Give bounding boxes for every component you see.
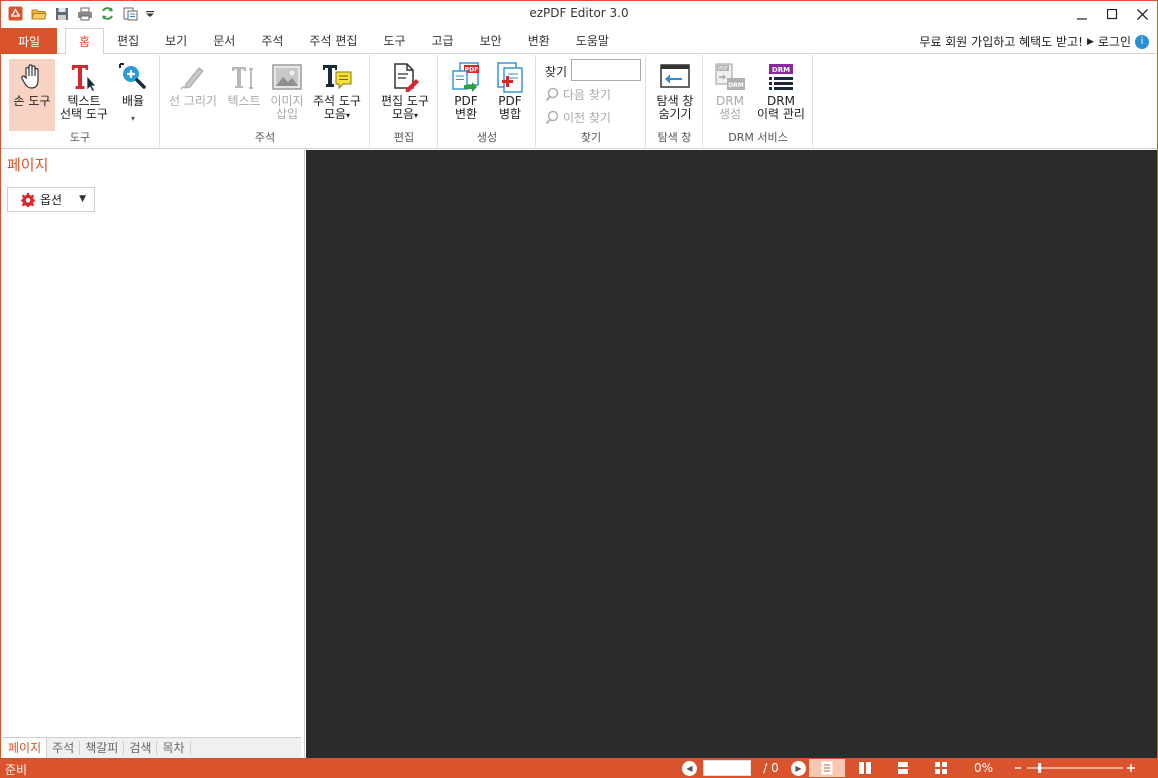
pdf-merge-icon [494,61,526,93]
side-tab-search[interactable]: 검색 [124,741,158,755]
document-view[interactable] [306,150,1157,758]
annotation-note-icon [321,61,353,93]
find-prev-button[interactable]: 이전 찾기 [545,109,611,126]
zoom-slider-thumb[interactable] [1038,763,1042,773]
info-icon[interactable]: i [1135,34,1149,49]
find-label: 찾기 [545,65,568,79]
pdf-convert-button[interactable]: PDF PDF 변환 [445,59,487,121]
window-title: ezPDF Editor 3.0 [529,6,629,20]
zoom-in-plus-icon[interactable] [1127,764,1135,772]
annotation-tools-dropdown-icon: ▾ [346,111,351,120]
drm-create-button[interactable]: PDF DRM DRM 생성 [710,59,750,121]
edit-document-icon [389,61,421,93]
tab-edit[interactable]: 편집 [104,28,152,54]
title-bar: ezPDF Editor 3.0 [1,1,1157,27]
ribbon-group-annotation: 선 그리기 텍스트 이미지 삽입 주석 도구 모음▾ 주석 [161,55,370,147]
ribbon-group-edit: 편집 도구 모음▾ 편집 [371,55,438,147]
side-tab-bookmarks[interactable]: 책갈피 [80,741,125,755]
annotation-tools-button[interactable]: 주석 도구 모음▾ [309,59,365,122]
status-text: 준비 [5,763,28,777]
ribbon-group-find: 찾기 다음 찾기 이전 찾기 찾기 [537,55,646,147]
prev-page-icon[interactable]: ◀ [682,760,697,776]
close-icon[interactable] [1127,1,1157,27]
pdf-merge-button[interactable]: PDF 병합 [489,59,531,121]
drm-history-button[interactable]: DRM DRM 이력 관리 [752,59,810,121]
signup-link[interactable]: 무료 회원 가입하고 혜택도 받고! [919,33,1083,50]
find-input[interactable] [571,59,641,81]
next-page-icon[interactable]: ▶ [791,760,806,776]
svg-text:PDF: PDF [718,66,728,72]
zoom-in-icon [117,61,149,93]
options-button[interactable]: 옵션 ▼ [7,187,95,212]
maximize-icon[interactable] [1097,1,1127,27]
pdf-convert-icon: PDF [450,61,482,93]
ribbon-tabs: 홈 편집 보기 문서 주석 주석 편집 도구 고급 보안 변환 도움말 [65,28,622,55]
ribbon-group-create: PDF PDF 변환 PDF 병합 생성 [439,55,536,147]
image-insert-button[interactable]: 이미지 삽입 [267,59,307,121]
status-bar: 준비 ◀ / 0 ▶ 0% [1,758,1157,778]
zoom-button[interactable]: 배율 ▾ [113,59,153,125]
text-annotation-button[interactable]: 텍스트 [223,59,265,108]
find-next-button[interactable]: 다음 찾기 [545,86,611,103]
page-number-input[interactable] [703,760,751,776]
drm-history-icon: DRM [765,61,797,93]
drm-create-icon: PDF DRM [714,61,746,93]
continuous-view-icon[interactable] [885,759,921,777]
tab-tools[interactable]: 도구 [370,28,418,54]
svg-text:DRM: DRM [728,82,744,89]
login-link[interactable]: 로그인 [1098,33,1131,50]
chevron-down-icon: ▼ [79,194,86,204]
tab-home[interactable]: 홈 [65,28,105,55]
window-controls [1067,1,1157,27]
page-total: / 0 [763,761,779,775]
page-navigation: ◀ / 0 ▶ [682,760,806,776]
side-tab-pages[interactable]: 페이지 [3,737,48,759]
gear-icon [21,192,35,207]
hand-tool-button[interactable]: 손 도구 [9,59,55,131]
text-cursor-icon [68,61,100,93]
pen-icon [177,61,209,93]
zoom-percent: 0% [974,761,994,775]
two-page-view-icon[interactable] [847,759,883,777]
tab-advanced[interactable]: 고급 [419,28,467,54]
side-tab-toc[interactable]: 목차 [157,741,191,755]
side-tab-annotations[interactable]: 주석 [47,741,81,755]
find-prev-icon [545,110,559,125]
ribbon-group-tools: 손 도구 텍스트 선택 도구 배율 ▾ 도구 [1,55,160,147]
tab-view[interactable]: 보기 [152,28,200,54]
svg-text:DRM: DRM [772,66,790,74]
zoom-slider[interactable] [1013,761,1138,775]
tab-convert[interactable]: 변환 [515,28,563,54]
file-tab[interactable]: 파일 [1,28,57,54]
text-select-tool-button[interactable]: 텍스트 선택 도구 [57,59,111,121]
hide-navpane-button[interactable]: 탐색 창 숨기기 [650,59,700,121]
tab-annotation[interactable]: 주석 [248,28,296,54]
left-panel: 페이지 옵션 ▼ 페이지 주석 책갈피 검색 목차 [1,150,305,759]
app-window: ezPDF Editor 3.0 파일 홈 편집 보기 문서 주석 주석 편집 … [0,0,1158,778]
single-page-view-icon[interactable] [809,759,845,777]
tab-annotation-edit[interactable]: 주석 편집 [296,28,370,54]
left-panel-tabs: 페이지 주석 책갈피 검색 목차 [3,737,301,759]
tab-document[interactable]: 문서 [200,28,248,54]
tab-security[interactable]: 보안 [467,28,515,54]
zoom-dropdown-icon: ▾ [130,114,135,123]
play-arrow-icon: ▶ [1086,36,1094,47]
find-next-icon [545,87,559,102]
grid-view-icon[interactable] [923,759,959,777]
tab-help[interactable]: 도움말 [563,28,622,54]
edit-tools-button[interactable]: 편집 도구 모음▾ [377,59,433,122]
hand-icon [16,61,48,93]
ribbon-group-drm: PDF DRM DRM 생성 DRM DRM 이력 관리 DRM 서비스 [704,55,813,147]
image-icon [271,61,303,93]
ribbon-tab-row: 파일 홈 편집 보기 문서 주석 주석 편집 도구 고급 보안 변환 도움말 무… [1,28,1157,55]
text-box-icon [228,61,260,93]
panel-title: 페이지 [7,156,49,174]
hide-pane-icon [659,61,691,93]
account-area: 무료 회원 가입하고 혜택도 받고! ▶ 로그인 i [919,33,1149,50]
ribbon: 손 도구 텍스트 선택 도구 배율 ▾ 도구 선 그리기 텍스트 이미지 삽입 … [1,55,1157,149]
ribbon-group-navpane: 탐색 창 숨기기 탐색 창 [647,55,703,147]
line-draw-button[interactable]: 선 그리기 [167,59,219,108]
minimize-icon[interactable] [1067,1,1097,27]
edit-tools-dropdown-icon: ▾ [414,111,419,120]
